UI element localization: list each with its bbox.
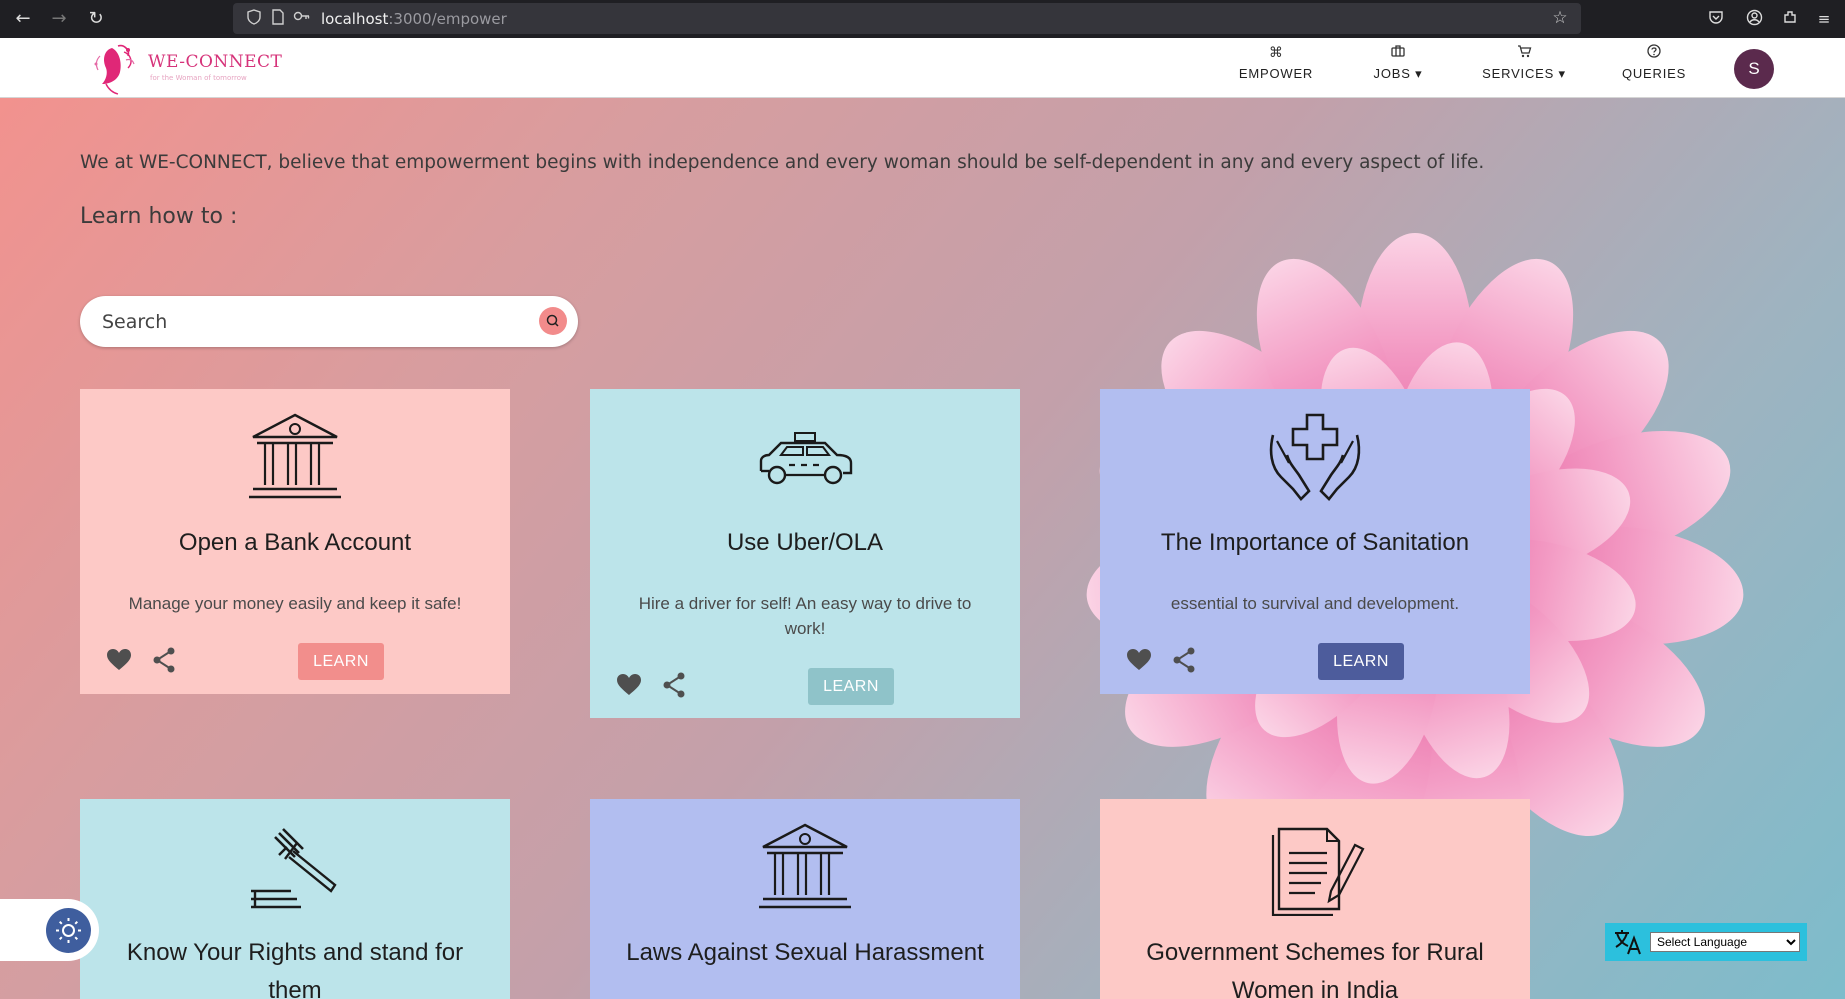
heart-icon[interactable] bbox=[616, 673, 642, 697]
nav-queries[interactable]: QUERIES bbox=[1614, 44, 1694, 81]
nav-queries-label: QUERIES bbox=[1621, 66, 1687, 81]
intro-text: We at WE-CONNECT, believe that empowerme… bbox=[80, 152, 1485, 173]
share-icon[interactable] bbox=[152, 647, 176, 673]
bank-icon bbox=[249, 413, 341, 499]
heart-icon[interactable] bbox=[1126, 648, 1152, 672]
user-avatar[interactable]: S bbox=[1734, 49, 1774, 89]
learn-button[interactable]: LEARN bbox=[808, 668, 894, 705]
nav-empower[interactable]: ⌘ EMPOWER bbox=[1236, 44, 1316, 81]
account-icon[interactable] bbox=[1744, 9, 1764, 29]
bookmark-star-icon[interactable]: ☆ bbox=[1551, 9, 1569, 27]
cart-icon bbox=[1476, 44, 1572, 62]
search-input[interactable] bbox=[100, 308, 514, 336]
key-icon bbox=[293, 9, 311, 27]
learn-button[interactable]: LEARN bbox=[1318, 643, 1404, 680]
document-pen-icon bbox=[1271, 827, 1365, 916]
forward-icon[interactable]: → bbox=[48, 8, 70, 30]
translate-widget: Select Language bbox=[1605, 923, 1807, 961]
extensions-icon[interactable] bbox=[1780, 9, 1800, 29]
taxi-icon bbox=[759, 432, 853, 485]
card-title: Open a Bank Account bbox=[178, 529, 412, 556]
pocket-icon[interactable] bbox=[1706, 9, 1726, 29]
share-icon[interactable] bbox=[662, 672, 686, 698]
url-text: localhost:3000/empower bbox=[321, 10, 507, 28]
command-icon: ⌘ bbox=[1269, 45, 1283, 61]
card-bank-account: Open a Bank Account Manage your money ea… bbox=[80, 389, 510, 694]
card-title: Know Your Rights and stand for them bbox=[126, 939, 464, 999]
menu-icon[interactable]: ≡ bbox=[1814, 9, 1834, 29]
health-hands-icon bbox=[1269, 413, 1361, 501]
shield-icon bbox=[245, 9, 263, 27]
nav-services[interactable]: SERVICES ▾ bbox=[1476, 44, 1572, 82]
card-description: essential to survival and development. bbox=[1170, 594, 1460, 613]
woman-silhouette-icon bbox=[94, 44, 135, 95]
learn-heading: Learn how to : bbox=[80, 204, 238, 229]
card-sexual-harassment-laws: Laws Against Sexual Harassment bbox=[590, 799, 1020, 999]
search-box bbox=[80, 296, 578, 347]
gavel-icon bbox=[251, 828, 337, 909]
theme-toggle-button[interactable] bbox=[46, 908, 91, 953]
share-icon[interactable] bbox=[1172, 647, 1196, 673]
card-title: The Importance of Sanitation bbox=[1160, 529, 1470, 556]
translate-icon bbox=[1615, 930, 1641, 955]
empower-page: We at WE-CONNECT, believe that empowerme… bbox=[0, 98, 1845, 999]
briefcase-icon bbox=[1362, 44, 1434, 62]
search-icon bbox=[546, 314, 559, 327]
heart-icon[interactable] bbox=[106, 648, 132, 672]
site-header: WE-CONNECT for the Woman of tomorrow ⌘ E… bbox=[0, 38, 1845, 98]
card-title: Use Uber/OLA bbox=[726, 529, 884, 556]
card-description: Manage your money easily and keep it saf… bbox=[128, 594, 462, 613]
brand-tagline: for the Woman of tomorrow bbox=[150, 74, 247, 82]
nav-jobs[interactable]: JOBS ▾ bbox=[1362, 44, 1434, 82]
brand-name: WE-CONNECT bbox=[148, 52, 283, 72]
card-sanitation: The Importance of Sanitation essential t… bbox=[1100, 389, 1530, 694]
bank-icon bbox=[759, 823, 851, 909]
brand-logo[interactable]: WE-CONNECT for the Woman of tomorrow bbox=[88, 40, 288, 96]
question-icon bbox=[1614, 44, 1694, 62]
card-title: Government Schemes for Rural Women in In… bbox=[1146, 939, 1484, 999]
page-icon bbox=[269, 9, 287, 27]
back-icon[interactable]: ← bbox=[12, 8, 34, 30]
reload-icon[interactable]: ↻ bbox=[85, 8, 107, 30]
card-title: Laws Against Sexual Harassment bbox=[626, 939, 984, 966]
address-bar[interactable]: localhost:3000/empower ☆ bbox=[233, 3, 1581, 34]
search-button[interactable] bbox=[539, 307, 567, 335]
learn-button[interactable]: LEARN bbox=[298, 643, 384, 680]
card-description: Hire a driver for self! An easy way to d… bbox=[638, 594, 972, 638]
language-select[interactable]: Select Language bbox=[1650, 932, 1800, 952]
nav-services-label: SERVICES ▾ bbox=[1482, 66, 1566, 81]
browser-toolbar: ← → ↻ localhost:3000/empower ☆ ≡ bbox=[0, 0, 1845, 38]
card-know-your-rights: Know Your Rights and stand for them bbox=[80, 799, 510, 999]
theme-toggle-panel bbox=[0, 899, 99, 961]
card-government-schemes: Government Schemes for Rural Women in In… bbox=[1100, 799, 1530, 999]
card-uber-ola: Use Uber/OLA Hire a driver for self! An … bbox=[590, 389, 1020, 718]
nav-empower-label: EMPOWER bbox=[1238, 66, 1314, 81]
nav-jobs-label: JOBS ▾ bbox=[1373, 66, 1423, 81]
url-host: localhost bbox=[321, 10, 389, 28]
sun-icon bbox=[56, 918, 81, 943]
url-path: :3000/empower bbox=[388, 10, 507, 28]
